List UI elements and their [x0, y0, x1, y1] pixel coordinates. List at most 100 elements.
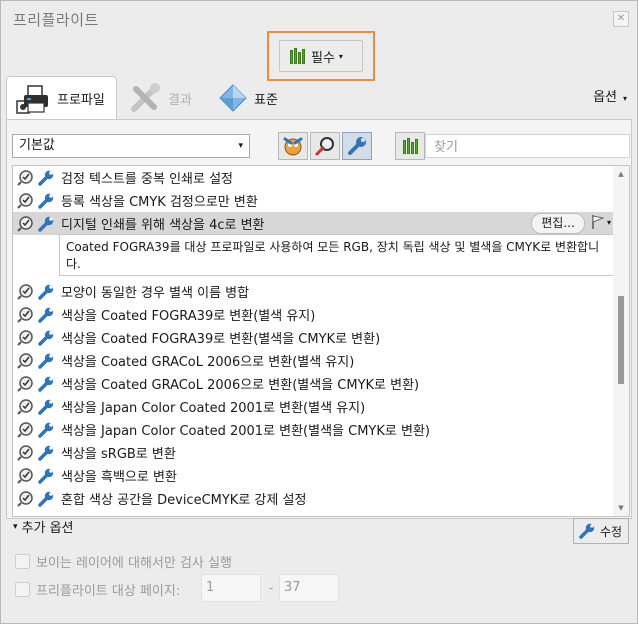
tab-standards[interactable]: 표준 — [218, 76, 278, 120]
list-item-label: 색상을 Japan Color Coated 2001로 변환(별색을 CMYK… — [61, 424, 430, 439]
page-from-field[interactable]: 1 — [201, 574, 261, 602]
list-item[interactable]: 혼합 색상 공간을 DeviceCMYK로 강제 설정 — [13, 487, 613, 510]
visible-layers-option[interactable]: 보이는 레이어에 대해서만 검사 실행 — [15, 550, 232, 572]
list-item[interactable]: 색상을 흑백으로 변환 — [13, 464, 613, 487]
chevron-down-icon: ▾ — [238, 141, 243, 151]
magic-fixup-icon — [283, 137, 303, 156]
wrench-icon — [38, 445, 54, 461]
wrench-icon — [38, 307, 54, 323]
wrench-icon — [38, 399, 54, 415]
fixup-only-filter-button[interactable] — [342, 132, 372, 160]
essential-highlight: 필수 ▾ — [267, 31, 375, 81]
preflight-window: 프리플라이트 ✕ 필수 ▾ 프로파일 결과 표준 옵션 ▾ 기본값 ▾ 찾기 검… — [0, 0, 638, 624]
scroll-up-icon[interactable]: ▲ — [613, 166, 629, 182]
wrench-icon — [38, 170, 54, 186]
profile-description: Coated FOGRA39를 대상 프로파일로 사용하여 모든 RGB, 장치… — [59, 234, 615, 276]
list-item-label: 등록 색상을 CMYK 검정으로만 변환 — [61, 195, 258, 210]
flag-icon — [592, 215, 605, 229]
visible-layers-label: 보이는 레이어에 대해서만 검사 실행 — [36, 555, 232, 571]
profiles-panel: 기본값 ▾ 찾기 검정 텍스트를 중복 인쇄로 설정 등록 색상을 CMYK 검… — [6, 119, 632, 519]
chevron-down-icon: ▾ — [338, 51, 343, 61]
check-magnifier-icon — [17, 352, 33, 369]
wrench-icon — [38, 353, 54, 369]
magnifier-icon — [315, 137, 334, 156]
list-item[interactable]: 등록 색상을 CMYK 검정으로만 변환 — [13, 189, 613, 212]
list-scrollbar[interactable]: ▲ ▼ — [613, 166, 629, 516]
list-item[interactable]: 색상을 sRGB로 변환 — [13, 441, 613, 464]
chevron-down-icon: ▾ — [606, 217, 611, 227]
check-filter-button[interactable] — [310, 132, 340, 160]
page-range-dash: - — [269, 581, 274, 595]
check-magnifier-icon — [17, 169, 33, 186]
essential-label: 필수 — [311, 50, 335, 66]
tab-results-label: 결과 — [168, 92, 192, 108]
more-options-toggle[interactable]: ▾ 추가 옵션 — [13, 517, 74, 536]
scroll-down-icon[interactable]: ▼ — [613, 500, 629, 516]
tab-standards-label: 표준 — [254, 92, 278, 108]
list-item[interactable]: 색상을 Coated GRACoL 2006으로 변환(별색 유지) — [13, 349, 613, 372]
profile-library-select[interactable]: 기본값 ▾ — [12, 134, 250, 158]
wrench-icon — [38, 491, 54, 507]
check-magnifier-icon — [17, 192, 33, 209]
list-item-label: 색상을 Coated FOGRA39로 변환(별색 유지) — [61, 309, 316, 324]
essential-dropdown-button[interactable]: 필수 ▾ — [279, 40, 363, 72]
fix-button-label: 수정 — [600, 524, 623, 539]
check-magnifier-icon — [17, 490, 33, 507]
edit-profile-button[interactable]: 편집... — [531, 213, 585, 234]
list-item-label: 색상을 흑백으로 변환 — [61, 470, 177, 485]
close-button[interactable]: ✕ — [613, 11, 629, 27]
page-range-option[interactable]: 프리플라이트 대상 페이지: — [15, 578, 180, 600]
more-options-label: 추가 옵션 — [21, 521, 74, 536]
list-item-label: 혼합 색상 공간을 DeviceCMYK로 강제 설정 — [61, 493, 307, 508]
list-item-label: 색상을 Coated GRACoL 2006으로 변환(별색을 CMYK로 변환… — [61, 378, 420, 393]
list-item[interactable]: 색상을 Coated FOGRA39로 변환(별색을 CMYK로 변환) — [13, 326, 613, 349]
wrench-icon — [38, 468, 54, 484]
page-range-label: 프리플라이트 대상 페이지: — [36, 583, 181, 599]
wrench-icon — [38, 330, 54, 346]
list-item-label: 색상을 sRGB로 변환 — [61, 447, 176, 462]
fix-button[interactable]: 수정 — [573, 518, 629, 544]
tab-results[interactable]: 결과 — [128, 76, 192, 120]
list-item[interactable]: 색상을 Japan Color Coated 2001로 변환(별색 유지) — [13, 395, 613, 418]
fixup-filter-button[interactable] — [278, 132, 308, 160]
check-magnifier-icon — [17, 467, 33, 484]
wrench-icon — [38, 216, 54, 232]
list-item-label: 색상을 Coated FOGRA39로 변환(별색을 CMYK로 변환) — [61, 332, 381, 347]
page-to-field[interactable]: 37 — [279, 574, 339, 602]
scrollbar-thumb[interactable] — [618, 296, 624, 384]
wrench-icon — [38, 376, 54, 392]
printer-icon — [16, 84, 48, 114]
list-item-selected[interactable]: 디지털 인쇄를 위해 색상을 4c로 변환 편집... ▾ — [13, 212, 615, 235]
wrench-icon — [38, 193, 54, 209]
options-menu-button[interactable]: 옵션 ▾ — [593, 86, 627, 105]
page-range-checkbox[interactable] — [15, 581, 30, 597]
list-item[interactable]: 모양이 동일한 경우 별색 이름 병합 — [13, 280, 613, 303]
list-item-label: 모양이 동일한 경우 별색 이름 병합 — [61, 286, 250, 301]
wrench-cross-icon — [131, 83, 160, 112]
list-item-label: 색상을 Japan Color Coated 2001로 변환(별색 유지) — [61, 401, 366, 416]
check-magnifier-icon — [17, 306, 33, 323]
check-magnifier-icon — [17, 444, 33, 461]
list-item-label: 색상을 Coated GRACoL 2006으로 변환(별색 유지) — [61, 355, 355, 370]
list-item-label: 검정 텍스트를 중복 인쇄로 설정 — [61, 172, 234, 187]
list-item[interactable]: 색상을 Coated FOGRA39로 변환(별색 유지) — [13, 303, 613, 326]
title-bar: 프리플라이트 ✕ — [1, 1, 637, 35]
list-item[interactable]: 색상을 Coated GRACoL 2006으로 변환(별색을 CMYK로 변환… — [13, 372, 613, 395]
list-item[interactable]: 검정 텍스트를 중복 인쇄로 설정 — [13, 166, 613, 189]
wrench-icon — [579, 523, 595, 539]
check-magnifier-icon — [17, 215, 33, 232]
tab-profiles[interactable]: 프로파일 — [6, 76, 117, 120]
search-input[interactable] — [425, 134, 630, 158]
chevron-down-icon: ▾ — [622, 94, 627, 103]
diamond-icon — [219, 84, 247, 112]
list-item-label: 디지털 인쇄를 위해 색상을 4c로 변환 — [61, 218, 265, 233]
profiles-toolbar: 기본값 ▾ — [12, 132, 630, 162]
flag-menu-button[interactable]: ▾ — [591, 214, 611, 230]
wrench-icon — [38, 422, 54, 438]
visible-layers-checkbox[interactable] — [15, 553, 30, 569]
window-title: 프리플라이트 — [13, 11, 99, 29]
check-magnifier-icon — [17, 421, 33, 438]
essential-filter-button[interactable] — [395, 132, 425, 160]
bars-icon — [290, 48, 305, 64]
list-item[interactable]: 색상을 Japan Color Coated 2001로 변환(별색을 CMYK… — [13, 418, 613, 441]
